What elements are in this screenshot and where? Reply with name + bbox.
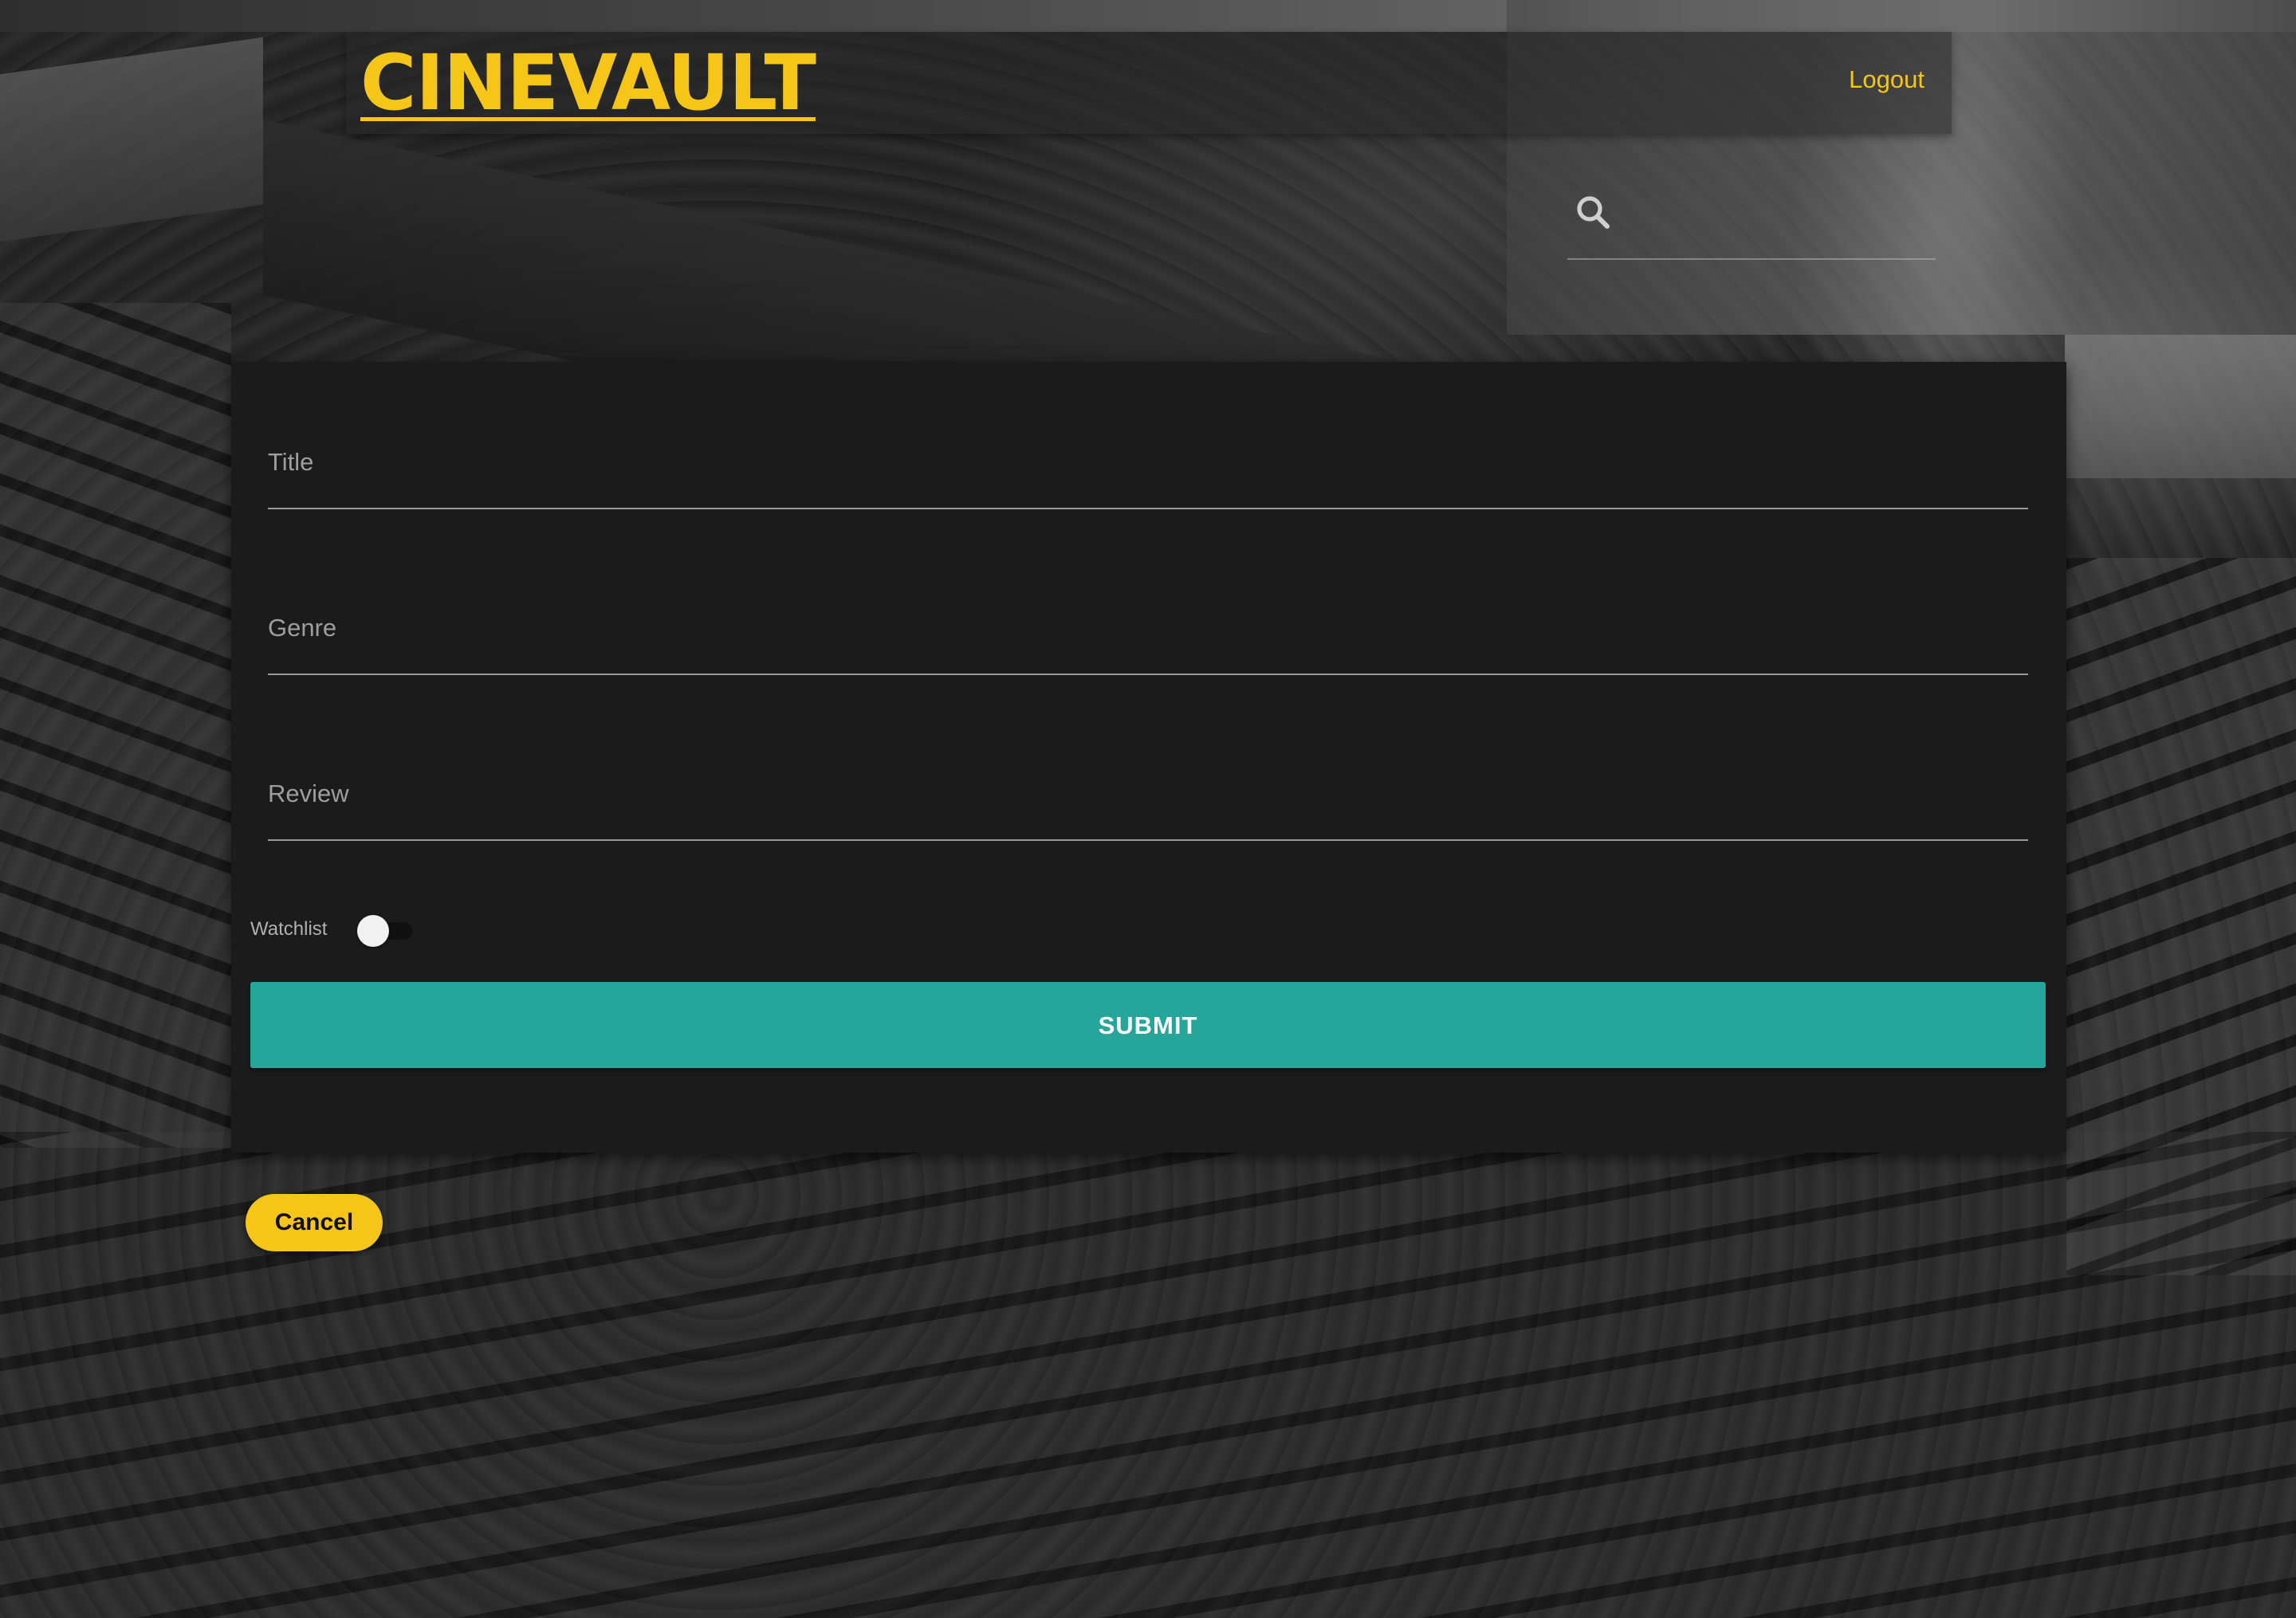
background-photo <box>0 37 263 242</box>
page: CINEVAULT Logout Title Genre Review Watc… <box>0 0 2296 1618</box>
submit-button[interactable]: SUBMIT <box>250 982 2046 1068</box>
background-photo <box>2065 335 2296 478</box>
review-field: Review <box>268 778 2031 858</box>
navbar: CINEVAULT Logout <box>346 32 1952 134</box>
title-field: Title <box>268 446 2031 526</box>
logout-link[interactable]: Logout <box>1849 65 1924 94</box>
movie-form-card: Title Genre Review Watchlist SUBMIT <box>231 362 2066 1153</box>
genre-underline <box>268 674 2028 675</box>
cancel-button[interactable]: Cancel <box>246 1194 383 1251</box>
background-photo <box>0 303 231 1148</box>
background-photo <box>0 0 2296 32</box>
watchlist-label: Watchlist <box>250 918 328 940</box>
search-underline <box>1567 258 1936 260</box>
watchlist-row: Watchlist <box>250 901 569 948</box>
search-bar <box>1567 182 1936 263</box>
watchlist-toggle[interactable] <box>357 915 416 947</box>
title-underline <box>268 508 2028 509</box>
brand-logo-link[interactable]: CINEVAULT <box>360 35 816 131</box>
genre-input[interactable] <box>268 612 2031 677</box>
review-underline <box>268 839 2028 841</box>
search-input[interactable] <box>1623 198 1929 247</box>
search-icon[interactable] <box>1574 193 1612 231</box>
review-input[interactable] <box>268 778 2031 843</box>
title-input[interactable] <box>268 446 2031 512</box>
background-photo <box>2066 558 2296 1275</box>
toggle-knob <box>357 915 389 947</box>
genre-field: Genre <box>268 612 2031 692</box>
